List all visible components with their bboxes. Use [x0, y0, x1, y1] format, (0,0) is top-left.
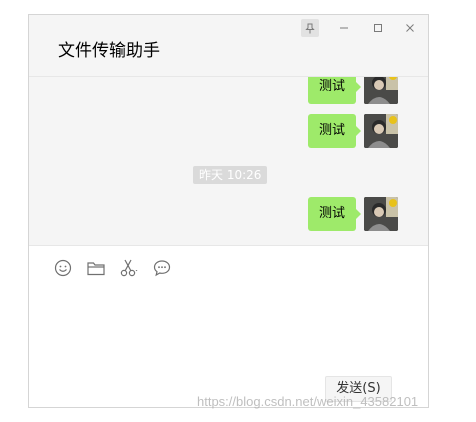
maximize-icon [374, 24, 382, 32]
title-bar: 文件传输助手 [29, 15, 428, 77]
chat-bubble-icon [153, 260, 171, 277]
message-timestamp: 昨天 10:26 [193, 166, 268, 184]
watermark-text: https://blog.csdn.net/weixin_43582101 [197, 394, 419, 409]
message-bubble[interactable]: 测试 [307, 77, 362, 104]
pin-icon [305, 23, 315, 33]
send-file-button[interactable] [86, 258, 106, 278]
avatar[interactable] [364, 114, 398, 148]
chat-history-button[interactable] [152, 258, 172, 278]
maximize-button[interactable] [369, 19, 387, 37]
avatar[interactable] [364, 197, 398, 231]
composer-toolbar [53, 258, 185, 278]
close-icon [406, 24, 414, 32]
message-row: 测试 [307, 77, 398, 104]
avatar[interactable] [364, 77, 398, 104]
minimize-button[interactable] [335, 19, 353, 37]
message-bubble[interactable]: 测试 [307, 114, 362, 148]
screenshot-button[interactable] [119, 258, 139, 278]
emoji-button[interactable] [53, 258, 73, 278]
chat-window: 文件传输助手 测试 测试 昨天 10:26 测试 发送(S) [28, 14, 429, 408]
scissors-icon [120, 259, 138, 277]
pin-button[interactable] [301, 19, 319, 37]
message-row: 测试 [307, 114, 398, 148]
message-bubble[interactable]: 测试 [307, 197, 362, 231]
close-button[interactable] [401, 19, 419, 37]
folder-icon [87, 262, 105, 276]
message-row: 测试 [307, 197, 398, 231]
emoji-icon [54, 259, 72, 277]
minimize-icon [340, 27, 348, 29]
message-list[interactable]: 测试 测试 昨天 10:26 测试 [29, 77, 428, 246]
chat-title: 文件传输助手 [58, 41, 160, 61]
message-input[interactable] [29, 290, 428, 370]
